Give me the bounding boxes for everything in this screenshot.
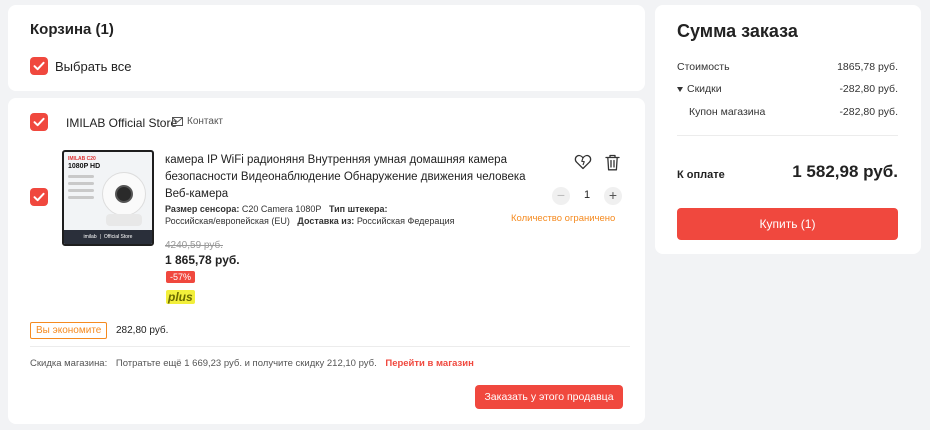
store-discount-promo: Скидка магазина: Потратьте ещё 1 669,23 … [30,358,474,369]
attr-value: Российская/европейская (EU) [165,216,290,226]
attr-label: Тип штекера: [328,204,388,214]
heart-icon [574,154,592,170]
summary-row-label: Купон магазина [689,106,766,118]
contact-seller-link[interactable]: Контакт [172,116,223,127]
product-image-brand: imilab [83,234,97,240]
discount-badge: -57% [166,271,196,283]
attr-label: Размер сенсора: [165,204,240,214]
product-image[interactable]: IMILAB C20 1080P HD imilab | Official St… [62,150,154,246]
divider [30,346,630,347]
contact-label: Контакт [187,116,224,127]
summary-row-label: Стоимость [677,61,730,73]
attr-value: C20 Camera 1080P [241,204,322,214]
check-icon [33,117,45,127]
wishlist-button[interactable] [574,154,592,175]
store-name-link[interactable]: IMILAB Official Store [66,116,177,130]
promo-label: Скидка магазина: [30,358,108,369]
attr-value: Российская Федерация [356,216,455,226]
store-checkbox[interactable] [30,113,48,131]
product-image-logo: IMILAB C20 [68,156,96,162]
quantity-value[interactable]: 1 [580,189,594,201]
summary-row-store-coupon: Купон магазина -282,80 руб. [677,106,898,118]
savings-badge: Вы экономите [30,322,108,339]
product-image-resolution: 1080P HD [68,163,101,170]
buy-button[interactable]: Купить (1) [677,208,898,240]
product-title-link[interactable]: камера IP WiFi радионяня Внутренняя умна… [165,152,530,203]
savings-value: 282,80 руб. [116,325,169,336]
summary-title: Сумма заказа [677,21,798,41]
divider [677,135,898,136]
order-summary-panel: Сумма заказа Стоимость 1865,78 руб. Скид… [655,5,921,254]
select-all-label[interactable]: Выбрать все [55,59,131,74]
old-price: 4240,59 руб. [165,240,223,251]
plus-badge: plus [166,290,195,304]
summary-row-value: -282,80 руб. [839,83,898,95]
delete-item-button[interactable] [605,154,620,176]
cart-header-panel: Корзина (1) Выбрать все [8,5,645,91]
quantity-limited-note: Количество ограничено [511,213,616,224]
item-price: 1 865,78 руб. [165,253,240,267]
caret-down-icon [677,86,683,92]
mail-icon [172,117,183,126]
store-panel: IMILAB Official Store Контакт IMILAB C20… [8,98,645,424]
select-all-checkbox[interactable] [30,57,48,75]
item-checkbox[interactable] [30,188,48,206]
check-icon [33,192,45,202]
summary-row-discounts[interactable]: Скидки -282,80 руб. [677,83,898,95]
check-icon [33,61,45,71]
quantity-increase-button[interactable]: + [604,187,622,205]
summary-row-value: -282,80 руб. [839,106,898,118]
product-image-store: Official Store [103,234,133,240]
attr-label: Доставка из: [297,216,355,226]
promo-text: Потратьте ещё 1 669,23 руб. и получите с… [115,358,377,369]
trash-icon [605,154,620,171]
cart-title: Корзина (1) [30,21,114,38]
go-to-store-link[interactable]: Перейти в магазин [385,358,474,369]
order-from-seller-button[interactable]: Заказать у этого продавца [475,385,623,409]
total-value: 1 582,98 руб. [792,162,898,181]
product-attributes: Размер сенсора: C20 Camera 1080P Тип ште… [165,203,525,227]
quantity-decrease-button[interactable]: − [552,187,570,205]
total-label: К оплате [677,169,725,181]
summary-row-value: 1865,78 руб. [837,61,898,73]
summary-row-label: Скидки [687,83,722,95]
summary-row-cost: Стоимость 1865,78 руб. [677,61,898,73]
